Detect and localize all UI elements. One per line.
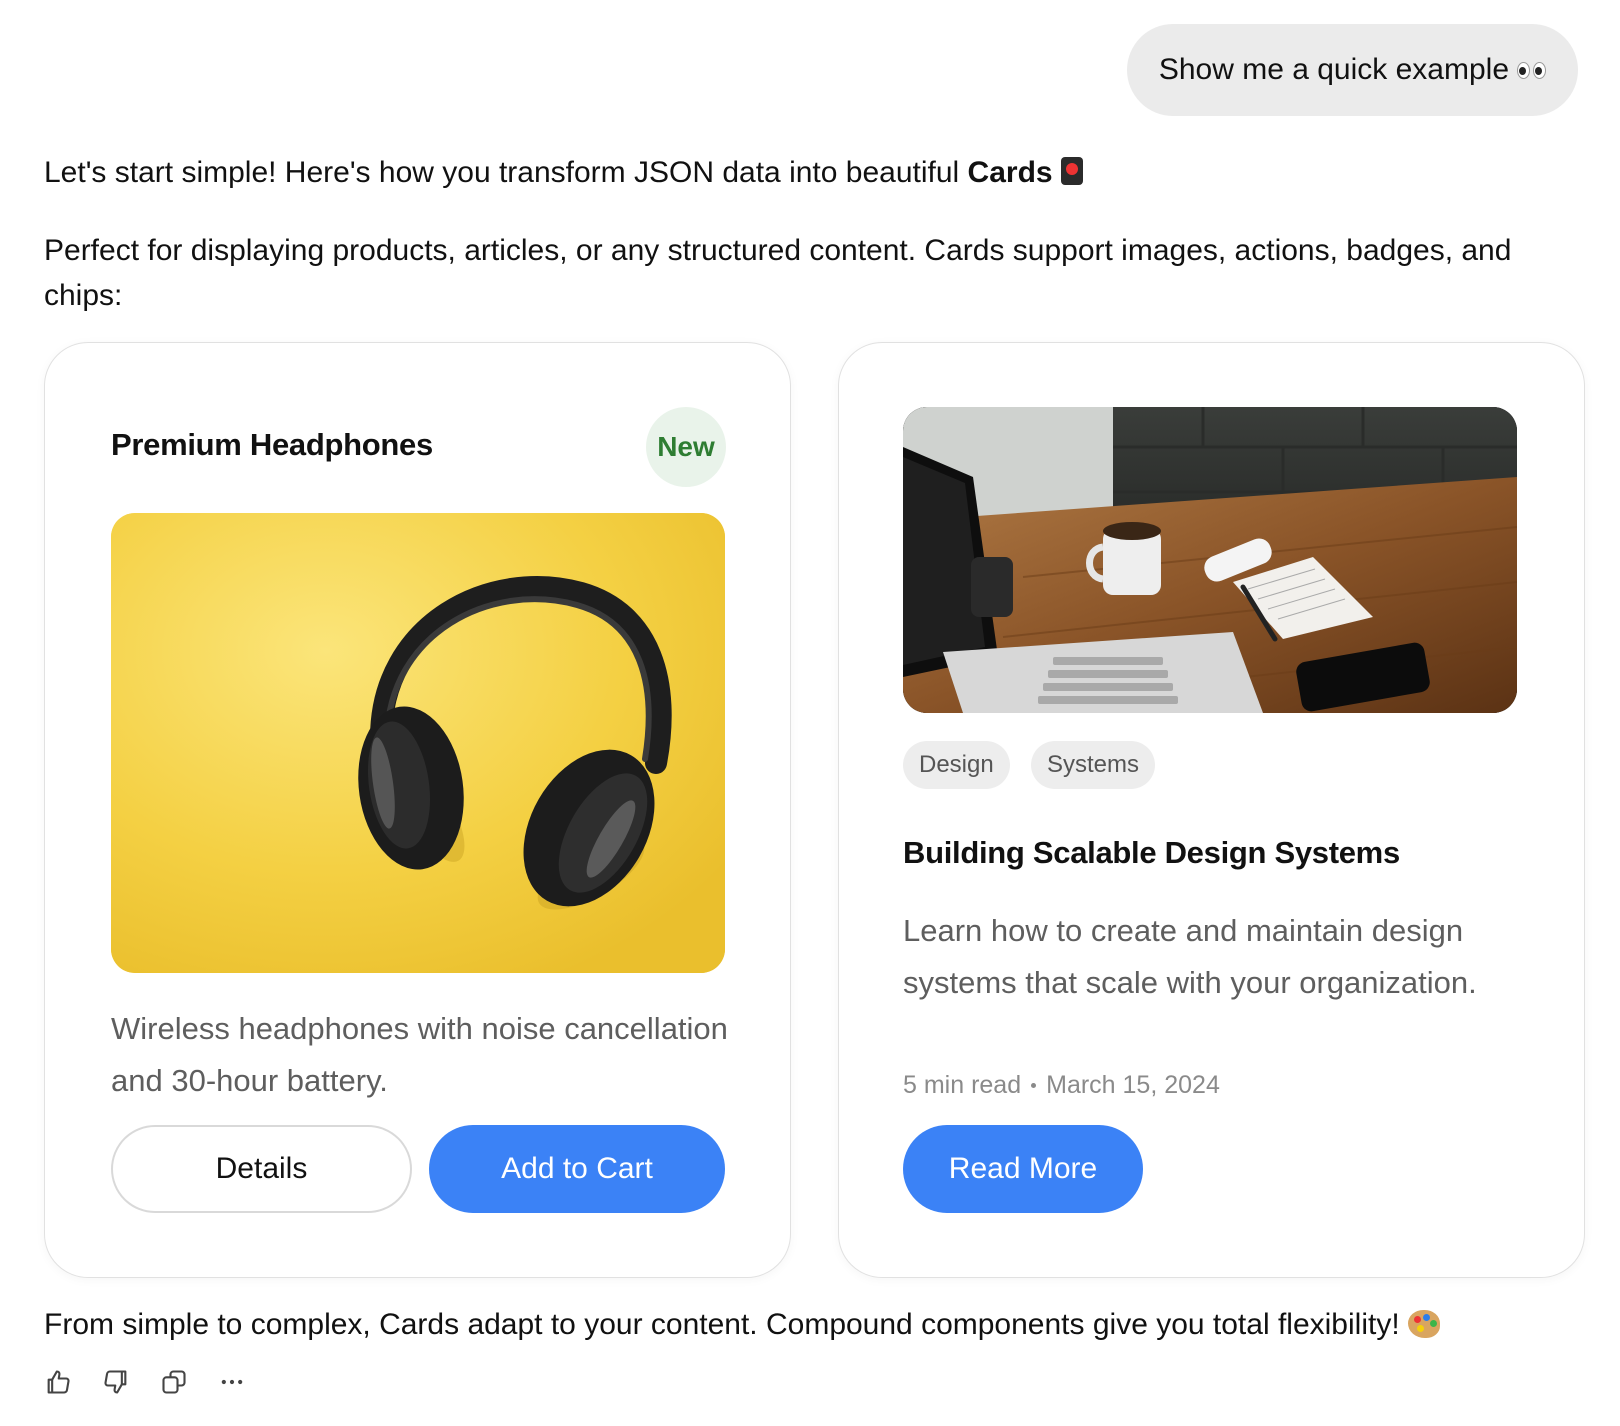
thumbs-down-icon[interactable] [102, 1368, 130, 1396]
product-card-title: Premium Headphones [111, 427, 433, 462]
assistant-description: Perfect for displaying products, article… [44, 234, 1512, 312]
copy-icon[interactable] [160, 1368, 188, 1396]
user-message-bubble: Show me a quick example [1126, 24, 1578, 116]
meta-separator [1031, 1083, 1037, 1088]
details-button[interactable]: Details [111, 1125, 412, 1213]
more-icon[interactable] [218, 1368, 246, 1396]
eyes-emoji [1517, 61, 1546, 79]
product-card: Premium Headphones New Wireless headphon… [44, 342, 791, 1278]
article-meta: 5 min read March 15, 2024 [903, 1071, 1220, 1100]
palette-emoji [1407, 1310, 1440, 1338]
thumbs-up-icon[interactable] [44, 1368, 72, 1396]
intro-text: Let's start simple! Here's how you trans… [44, 156, 960, 189]
outro-text: From simple to complex, Cards adapt to y… [44, 1308, 1400, 1341]
read-more-button[interactable]: Read More [903, 1125, 1143, 1213]
assistant-outro: From simple to complex, Cards adapt to y… [44, 1302, 1578, 1347]
desk-laptop-coffee-image [903, 407, 1517, 713]
card-emoji [1060, 157, 1083, 185]
message-actions [44, 1368, 246, 1396]
chat-page: Show me a quick example Let's start simp… [0, 0, 1620, 1426]
read-time: 5 min read [903, 1071, 1022, 1099]
chip-systems: Systems [1031, 741, 1156, 789]
assistant-intro: Let's start simple! Here's how you trans… [44, 150, 1578, 195]
article-card-title: Building Scalable Design Systems [903, 835, 1400, 870]
new-badge: New [646, 407, 726, 487]
headphones-image [111, 513, 725, 973]
chip-design: Design [903, 741, 1010, 789]
user-message-text: Show me a quick example [1158, 53, 1509, 86]
intro-bold: Cards [967, 156, 1053, 189]
article-card: Design Systems Building Scalable Design … [838, 342, 1585, 1278]
publish-date: March 15, 2024 [1046, 1071, 1220, 1099]
article-card-description: Learn how to create and maintain design … [903, 913, 1477, 1000]
add-to-cart-button[interactable]: Add to Cart [429, 1125, 725, 1213]
product-card-description: Wireless headphones with noise cancellat… [111, 1011, 728, 1098]
